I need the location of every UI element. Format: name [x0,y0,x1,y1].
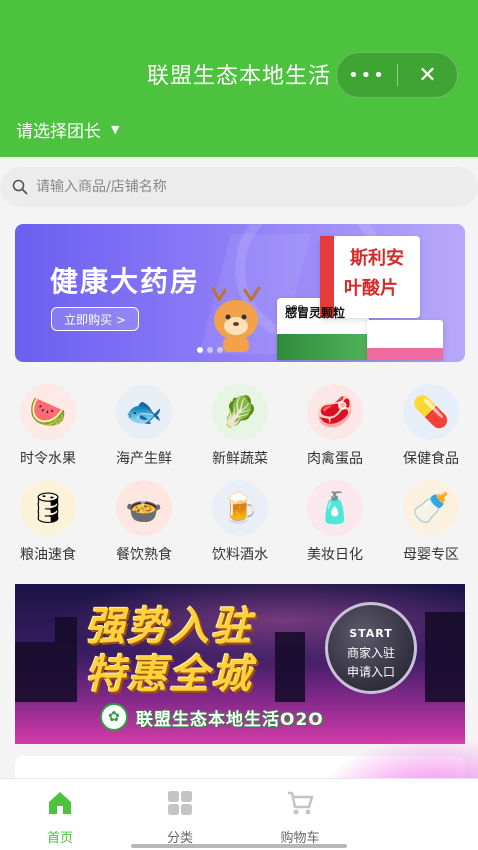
carousel-dots [197,347,223,353]
search-bar[interactable] [0,167,478,207]
bottom-tab-bar: 首页 分类 购物车 [0,778,478,850]
drinks-icon: 🍺 [212,480,268,536]
carousel-dot[interactable] [197,347,203,353]
category-item[interactable]: 🍲 餐饮熟食 [96,468,192,564]
product-name-ganmaoling: 感冒灵颗粒 [285,306,346,320]
category-label: 肉禽蛋品 [307,451,363,467]
merchant-promo-banner[interactable]: 强势入驻 特惠全城 START 商家入驻 申请入口 ✿ 联盟生态本地生活O2O [15,584,465,744]
category-label: 饮料酒水 [212,547,268,563]
category-label: 时令水果 [20,451,76,467]
vegetable-icon: 🥬 [212,384,268,440]
category-item[interactable]: 🍺 饮料酒水 [192,468,288,564]
baby-icon: 🍼 [403,480,459,536]
more-button[interactable]: ••• [337,53,397,97]
home-indicator [131,844,347,848]
category-label: 餐饮熟食 [116,547,172,563]
app-page: 联盟生态本地生活 ••• ✕ 请选择团长 ▼ 健康大药房 立即购买 > [0,0,478,850]
fruit-icon: 🍉 [20,384,76,440]
cosmetics-icon: 🧴 [307,480,363,536]
category-item[interactable]: 🍉 时令水果 [0,372,96,468]
banner-title: 健康大药房 [50,265,201,298]
category-item[interactable]: 🥩 肉禽蛋品 [287,372,383,468]
cooked-food-icon: 🍲 [116,480,172,536]
building-silhouette [55,617,77,702]
search-section [0,157,478,217]
promo-headline-2: 特惠全城 [85,652,253,698]
merchant-apply-button[interactable]: START 商家入驻 申请入口 [325,602,417,694]
seafood-icon: 🐟 [116,384,172,440]
tab-home[interactable]: 首页 [0,779,120,850]
category-label: 母婴专区 [403,547,459,563]
mini-program-capsule: ••• ✕ [336,52,458,98]
pharmacy-banner[interactable]: 健康大药房 立即购买 > 999 斯利安 叶酸片 感冒灵颗粒 [15,224,465,362]
header: 联盟生态本地生活 ••• ✕ 请选择团长 ▼ [0,0,478,157]
building-silhouette [425,612,465,702]
category-label: 新鲜蔬菜 [212,451,268,467]
brand-logo-icon: ✿ [100,703,128,731]
tab-category[interactable]: 分类 [120,779,240,850]
close-button[interactable]: ✕ [398,53,457,97]
start-sub-2: 申请入口 [346,665,395,679]
buy-now-button[interactable]: 立即购买 > [51,307,139,331]
health-food-icon: 💊 [403,384,459,440]
cart-icon [288,791,314,815]
deer-mascot-icon [211,286,261,352]
start-sub-1: 商家入驻 [346,646,395,660]
promo-brand-bar: ✿ 联盟生态本地生活O2O [100,703,390,731]
carousel-dot[interactable] [217,347,223,353]
tab-cart[interactable]: 购物车 [240,779,360,850]
category-label: 美妆日化 [307,547,363,563]
category-label: 粮油速食 [20,547,76,563]
category-label: 海产生鲜 [116,451,172,467]
oil-icon: 🛢 [20,480,76,536]
category-item[interactable]: 🧴 美妆日化 [287,468,383,564]
caret-down-icon: ▼ [111,123,120,136]
category-item[interactable]: 🛢 粮油速食 [0,468,96,564]
search-input[interactable] [36,179,436,195]
meat-icon: 🥩 [307,384,363,440]
category-grid: 🍉 时令水果 🐟 海产生鲜 🥬 新鲜蔬菜 🥩 肉禽蛋品 💊 保健食品 🛢 粮油速食 🍲 餐饮熟食 🍺 饮料酒水… [0,372,478,572]
home-icon [49,792,71,814]
category-icon [168,791,192,815]
category-item[interactable]: 💊 保健食品 [383,372,478,468]
category-item[interactable]: 🐟 海产生鲜 [96,372,192,468]
building-silhouette [275,632,305,702]
promo-brand-text: 联盟生态本地生活O2O [136,709,324,730]
product-box-extra [367,320,443,360]
carousel-dot[interactable] [207,347,213,353]
tab-label: 首页 [46,831,73,846]
leader-select-label: 请选择团长 [16,122,101,142]
category-label: 保健食品 [403,451,459,467]
category-item[interactable]: 🥬 新鲜蔬菜 [192,372,288,468]
product-name-line2: 叶酸片 [344,278,398,299]
product-box-stripe [367,348,443,360]
category-item[interactable]: 🍼 母婴专区 [383,468,478,564]
product-name-line1: 斯利安 [350,248,404,269]
building-silhouette [15,642,55,702]
leader-select[interactable]: 请选择团长 ▼ [16,117,119,142]
product-box-stripe [277,334,369,360]
start-label: START [349,627,393,640]
search-icon [12,179,28,195]
